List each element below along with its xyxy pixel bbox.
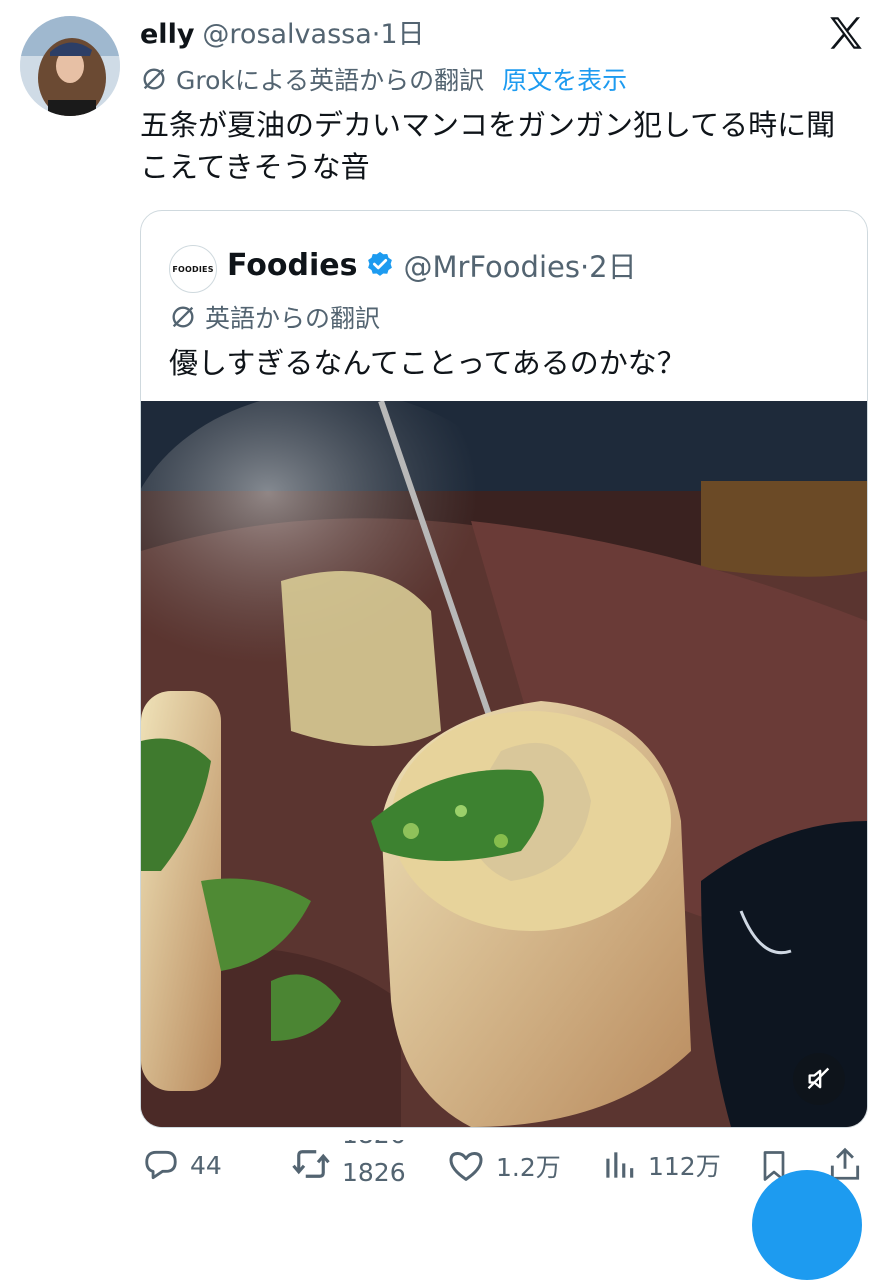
quoted-avatar[interactable]: FOODIES <box>169 245 217 293</box>
views-button[interactable]: 112万 <box>600 1146 721 1184</box>
quoted-header: Foodies @MrFoodies·2日 <box>227 243 637 287</box>
retweet-count-roller: 1826 1826 <box>342 1140 412 1188</box>
slash-circle-icon <box>172 306 194 328</box>
retweet-button[interactable]: 1826 1826 <box>290 1140 412 1188</box>
show-original-link[interactable]: 原文を表示 <box>502 61 627 97</box>
video-media[interactable] <box>141 401 867 1127</box>
translation-note: Grokによる英語からの翻訳 <box>176 66 485 95</box>
x-logo-icon[interactable] <box>825 12 867 54</box>
reply-button[interactable]: 44 <box>142 1146 222 1184</box>
heart-icon <box>449 1152 483 1181</box>
quoted-handle-time[interactable]: @MrFoodies·2日 <box>403 244 636 286</box>
avatar-photo <box>20 16 120 116</box>
reply-count: 44 <box>190 1150 222 1180</box>
retweet-count: 1826 <box>342 1158 406 1187</box>
quoted-translation-note: 英語からの翻訳 <box>205 304 381 333</box>
action-bar: 44 1826 1826 1.2万 112万 <box>0 1140 889 1200</box>
author-handle-time[interactable]: @rosalvassa·1日 <box>202 19 424 50</box>
tweet-header: elly @rosalvassa·1日 <box>140 12 809 54</box>
quoted-author-name[interactable]: Foodies <box>227 248 357 283</box>
author-name[interactable]: elly <box>140 19 194 50</box>
retweet-icon <box>292 1150 330 1178</box>
quoted-tweet-text: 優しすぎるなんてことってあるのかな？ <box>169 346 686 380</box>
reply-icon <box>145 1150 177 1180</box>
views-count: 112万 <box>648 1152 721 1181</box>
video-frame <box>141 401 867 1127</box>
retweet-count-previous: 1826 <box>342 1140 406 1149</box>
quoted-tweet-card[interactable]: FOODIES Foodies @MrFoodies·2日 英語からの翻訳 優し… <box>140 210 868 1128</box>
mute-button[interactable] <box>793 1053 845 1105</box>
quoted-translation-line: 英語からの翻訳 <box>169 299 380 335</box>
compose-fab-button[interactable] <box>752 1170 862 1280</box>
verified-badge-icon <box>368 251 393 276</box>
like-button[interactable]: 1.2万 <box>446 1146 561 1186</box>
tweet-text: 五条が夏油のデカいマンコをガンガン犯してる時に聞こえてきそうな音 <box>140 108 836 184</box>
translation-line: Grokによる英語からの翻訳 原文を表示 <box>140 60 627 98</box>
views-icon <box>606 1152 634 1178</box>
author-avatar[interactable] <box>20 16 120 116</box>
like-count: 1.2万 <box>496 1153 561 1182</box>
muted-speaker-icon <box>807 1067 830 1090</box>
slash-circle-icon <box>143 68 165 90</box>
